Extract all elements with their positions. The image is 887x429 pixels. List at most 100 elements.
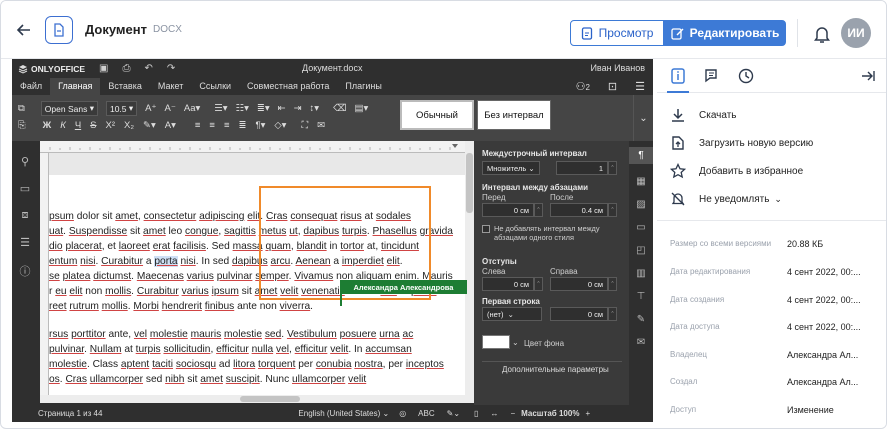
mail-merge-icon[interactable]: ✉ <box>629 337 653 348</box>
favorite-action[interactable]: Добавить в избранное <box>669 161 803 181</box>
after-input[interactable]: 0.4 см <box>550 203 608 217</box>
zoom-in-icon[interactable]: + <box>585 409 590 418</box>
globe-icon[interactable]: ◎ <box>399 409 406 418</box>
line-spacing-icon[interactable]: ↕▾ <box>310 103 320 114</box>
navigation-icon[interactable]: ☰ <box>12 236 38 249</box>
edit-button[interactable]: Редактировать <box>664 20 786 46</box>
first-line-input[interactable]: 0 см <box>550 307 608 321</box>
copy-icon[interactable]: ⧉ <box>18 103 25 114</box>
scrollbar-thumb[interactable] <box>466 153 473 213</box>
users-button[interactable]: ⚇2 <box>576 80 590 93</box>
font-name-select[interactable]: Open Sans ▾ <box>40 101 98 116</box>
header-footer-icon[interactable]: ▭ <box>629 222 653 233</box>
left-indent-stepper[interactable]: ⌃ <box>534 277 543 291</box>
line-spacing-mode-select[interactable]: Множитель ⌄ <box>482 161 540 175</box>
textart-settings-icon[interactable]: ⊤ <box>629 291 653 302</box>
right-indent-input[interactable]: 0 см <box>550 277 608 291</box>
align-right-icon[interactable]: ≡ <box>224 120 230 131</box>
zoom-out-icon[interactable]: − <box>510 409 515 418</box>
align-justify-icon[interactable]: ≣ <box>239 120 247 131</box>
back-arrow-icon[interactable] <box>13 19 35 41</box>
save-icon[interactable]: ▣ <box>99 63 108 74</box>
chat-icon[interactable]: ⧈ <box>12 209 38 222</box>
styles-more-chevron-icon[interactable]: ⌄ <box>633 95 653 141</box>
first-line-stepper[interactable]: ⌃ <box>608 307 617 321</box>
spellcheck-icon[interactable]: ABC <box>418 409 434 418</box>
superscript-icon[interactable]: X² <box>106 120 116 131</box>
change-case-icon[interactable]: Aa▾ <box>184 103 200 114</box>
line-spacing-input[interactable]: 1 <box>556 161 608 175</box>
upload-version-action[interactable]: Загрузить новую версию <box>669 133 813 153</box>
menu-insert[interactable]: Вставка <box>100 78 149 95</box>
menu-references[interactable]: Ссылки <box>191 78 239 95</box>
fit-page-icon[interactable]: ▯ <box>474 409 478 418</box>
align-left-icon[interactable]: ≡ <box>195 120 201 131</box>
style-normal[interactable]: Обычный <box>400 100 474 130</box>
signature-icon[interactable]: ✎ <box>629 314 653 325</box>
decrease-font-icon[interactable]: A⁻ <box>165 103 176 114</box>
menu-plugins[interactable]: Плагины <box>337 78 389 95</box>
align-center-icon[interactable]: ≡ <box>209 120 215 131</box>
after-stepper[interactable]: ⌃ <box>608 203 617 217</box>
comments-tab-icon[interactable] <box>703 67 721 85</box>
vertical-scrollbar[interactable] <box>465 141 474 401</box>
shading-icon[interactable]: ▤▾ <box>355 103 369 114</box>
menu-collaboration[interactable]: Совместная работа <box>239 78 337 95</box>
numbering-icon[interactable]: ☷▾ <box>236 103 249 114</box>
left-indent-input[interactable]: 0 см <box>482 277 534 291</box>
no-interval-checkbox[interactable] <box>482 225 490 233</box>
replace-icon[interactable]: ✉ <box>317 120 325 131</box>
menu-home[interactable]: Главная <box>50 78 101 95</box>
subscript-icon[interactable]: X₂ <box>124 120 134 131</box>
before-input[interactable]: 0 см <box>482 203 534 217</box>
horizontal-scrollbar[interactable] <box>40 395 474 403</box>
advanced-settings-link[interactable]: Дополнительные параметры <box>502 365 609 374</box>
table-settings-icon[interactable]: ▦ <box>629 176 653 187</box>
about-icon[interactable]: ⓘ <box>12 263 38 279</box>
clear-style-icon[interactable]: ⌫ <box>333 103 346 114</box>
image-settings-icon[interactable]: ▨ <box>629 199 653 210</box>
paragraph-mark-icon[interactable]: ¶▾ <box>255 120 265 131</box>
background-color-swatch[interactable] <box>482 335 510 349</box>
paste-icon[interactable]: ⎘ <box>18 120 26 131</box>
avatar[interactable]: ИИ <box>841 18 871 48</box>
open-location-icon[interactable]: ⊡ <box>608 80 617 93</box>
info-tab-icon[interactable] <box>669 67 687 85</box>
font-color-icon[interactable]: A▾ <box>165 120 176 131</box>
underline-icon[interactable]: Ч <box>75 120 81 131</box>
menu-file[interactable]: Файл <box>12 78 50 95</box>
comments-icon[interactable]: ▭ <box>12 182 38 195</box>
collapse-sidebar-icon[interactable] <box>859 67 877 85</box>
highlight-icon[interactable]: ✎▾ <box>143 120 156 131</box>
style-no-spacing[interactable]: Без интервал <box>477 100 551 130</box>
font-size-select[interactable]: 10.5 ▾ <box>105 101 138 116</box>
first-line-select[interactable]: (нет) ⌄ <box>482 307 542 321</box>
paragraph-settings-icon[interactable]: ¶ <box>629 147 653 164</box>
fit-width-icon[interactable]: ↔ <box>490 409 498 418</box>
before-stepper[interactable]: ⌃ <box>534 203 543 217</box>
track-changes-icon[interactable]: ✎⌄ <box>447 409 460 418</box>
menu-layout[interactable]: Макет <box>150 78 191 95</box>
increase-indent-icon[interactable]: ⇥ <box>294 103 302 114</box>
shape-settings-icon[interactable]: ◰ <box>629 245 653 256</box>
redo-icon[interactable]: ↷ <box>167 63 175 74</box>
fill-color-icon[interactable]: ◇▾ <box>274 120 286 131</box>
strikethrough-icon[interactable]: S <box>90 120 96 131</box>
mute-notifications-action[interactable]: Не уведомлять ⌄ <box>669 189 782 209</box>
copy-style-icon[interactable]: ⛶ <box>301 120 308 131</box>
hamburger-menu-icon[interactable]: ☰ <box>635 80 645 93</box>
bg-color-chevron-icon[interactable]: ⌄ <box>512 338 519 347</box>
decrease-indent-icon[interactable]: ⇤ <box>278 103 286 114</box>
search-icon[interactable]: ⚲ <box>12 155 38 168</box>
bold-icon[interactable]: Ж <box>43 120 52 131</box>
history-tab-icon[interactable] <box>737 67 755 85</box>
download-action[interactable]: Скачать <box>669 105 737 125</box>
vertical-ruler[interactable] <box>40 153 49 401</box>
chart-settings-icon[interactable]: ▥ <box>629 268 653 279</box>
right-indent-stepper[interactable]: ⌃ <box>608 277 617 291</box>
language-selector[interactable]: English (United States) ⌄ <box>298 409 389 418</box>
line-spacing-stepper[interactable]: ⌃ <box>608 161 617 175</box>
scrollbar-thumb[interactable] <box>240 396 300 402</box>
increase-font-icon[interactable]: A⁺ <box>145 103 156 114</box>
undo-icon[interactable]: ↶ <box>144 63 152 74</box>
